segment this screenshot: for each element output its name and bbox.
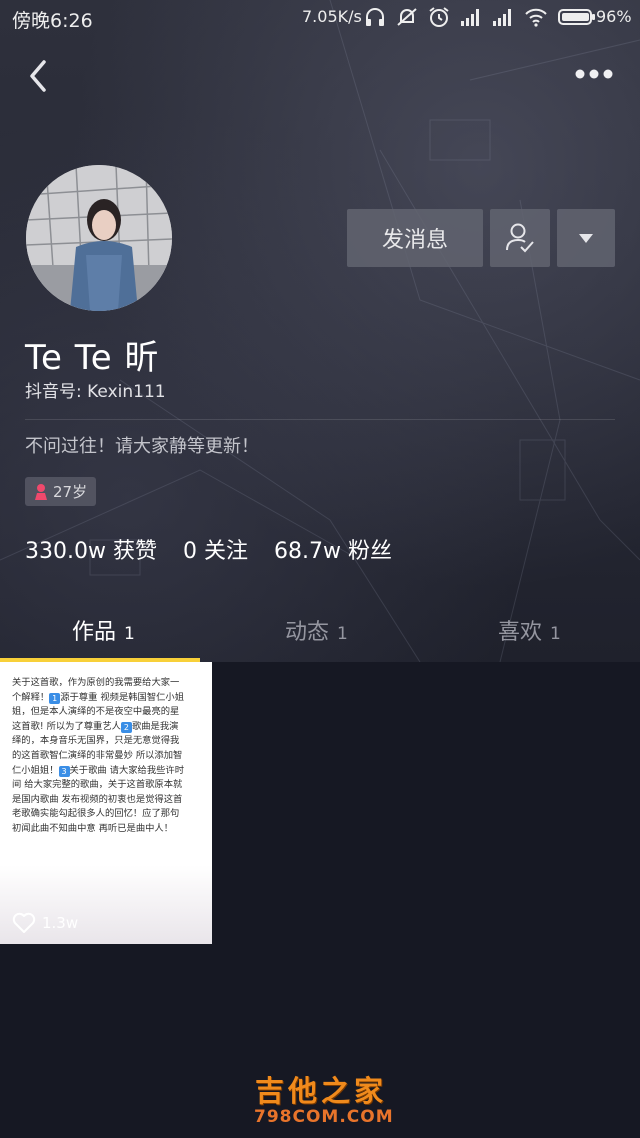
video-likes: 1.3w [12, 912, 78, 934]
divider [25, 419, 615, 420]
more-icon[interactable] [574, 64, 614, 84]
age-badge: 27岁 [25, 477, 97, 506]
caption-line: 歌曲是我演 [131, 720, 179, 732]
signal-icon [461, 9, 479, 26]
stats-row: 330.0w 获赞 0 关注 68.7w 粉丝 [25, 533, 392, 565]
number-badge-2: 2 [120, 721, 132, 733]
tab-count: 1 [337, 624, 348, 644]
tab-likes[interactable]: 喜欢 1 [498, 614, 561, 646]
watermark-url: 798COM.COM [254, 1107, 394, 1127]
followers-count[interactable]: 68.7w 粉丝 [274, 533, 392, 565]
caption-line: 源于尊重 视频是韩国智仁小姐 [60, 691, 185, 703]
caption-line: 关于歌曲 请大家给我些许时 [69, 764, 185, 776]
headphones-icon [366, 8, 384, 26]
signal-icon [493, 9, 511, 26]
number-badge-1: 1 [49, 692, 61, 704]
watermark-title: 吉他之家 [255, 1074, 388, 1108]
tab-label: 作品 [72, 620, 117, 645]
caption-line: 是国内歌曲 发布视频的初衷也是觉得这首 [12, 793, 183, 805]
caption-line: 老歌确实能勾起很多人的回忆！应了那句 [12, 808, 180, 820]
tab-works[interactable]: 作品 1 [72, 614, 135, 646]
mute-icon [397, 8, 417, 26]
status-icons [364, 6, 596, 28]
user-check-icon [506, 223, 534, 253]
female-icon [35, 483, 47, 500]
status-bar: 傍晚6:26 7.05K/s 96% [0, 0, 640, 34]
tab-count: 1 [124, 624, 135, 644]
caption-line: 初闻此曲不知曲中意 再听已是曲中人！ [12, 822, 174, 834]
status-time: 傍晚6:26 [12, 10, 93, 32]
video-caption-text: 关于这首歌，作为原创的我需要给大家一 个解释！ 1 源于尊重 视频是韩国智仁小姐 姐… [12, 676, 202, 837]
caption-line: 关于这首歌，作为原创的我需要给大家一 [12, 677, 180, 688]
wifi-icon [525, 8, 547, 27]
caption-line: 个解释！ [12, 691, 50, 703]
number-badge-3: 3 [58, 765, 70, 777]
battery-icon [558, 9, 595, 25]
caption-line: 仁小姐姐！ [12, 764, 59, 776]
alarm-icon [429, 7, 449, 27]
age-text: 27岁 [53, 483, 88, 501]
heart-icon [12, 912, 36, 933]
back-icon[interactable] [24, 56, 56, 96]
signature: 不问过往！请大家静等更新！ [25, 436, 259, 457]
more-options-button[interactable] [557, 209, 615, 267]
caption-line: 这首歌! 所以为了尊重艺人 [12, 720, 121, 732]
caption-line: 的这首歌智仁演绎的非常曼妙 所以添加智 [12, 749, 183, 761]
likes-count: 330.0w 获赞 [25, 539, 157, 564]
tab-dynamic[interactable]: 动态 1 [285, 614, 348, 646]
follow-button[interactable] [490, 209, 550, 267]
caption-line: 绎的，本身音乐无国界，只是无意觉得我 [12, 735, 180, 747]
send-message-button[interactable]: 发消息 [347, 209, 483, 267]
nickname: Te Te 昕 [25, 338, 160, 378]
caption-line: 间 给大家完整的歌曲，关于这首歌原本就 [12, 779, 183, 791]
video-likes-count: 1.3w [42, 914, 79, 932]
network-speed: 7.05K/s [302, 7, 362, 26]
douyin-id: 抖音号: Kexin111 [25, 382, 166, 402]
battery-percent: 96% [596, 7, 632, 26]
following-count[interactable]: 0 关注 [183, 533, 248, 565]
video-thumbnail[interactable]: 关于这首歌，作为原创的我需要给大家一 个解释！ 1 源于尊重 视频是韩国智仁小姐 姐… [0, 662, 212, 944]
profile-tabs: 作品 1 动态 1 喜欢 1 [0, 600, 640, 660]
avatar[interactable] [26, 165, 172, 311]
tab-count: 1 [550, 624, 561, 644]
caret-down-icon [579, 234, 593, 243]
tab-label: 喜欢 [498, 620, 543, 645]
caption-line: 姐，但是本人演绎的不是夜空中最亮的星 [12, 706, 180, 718]
tab-label: 动态 [285, 620, 330, 645]
